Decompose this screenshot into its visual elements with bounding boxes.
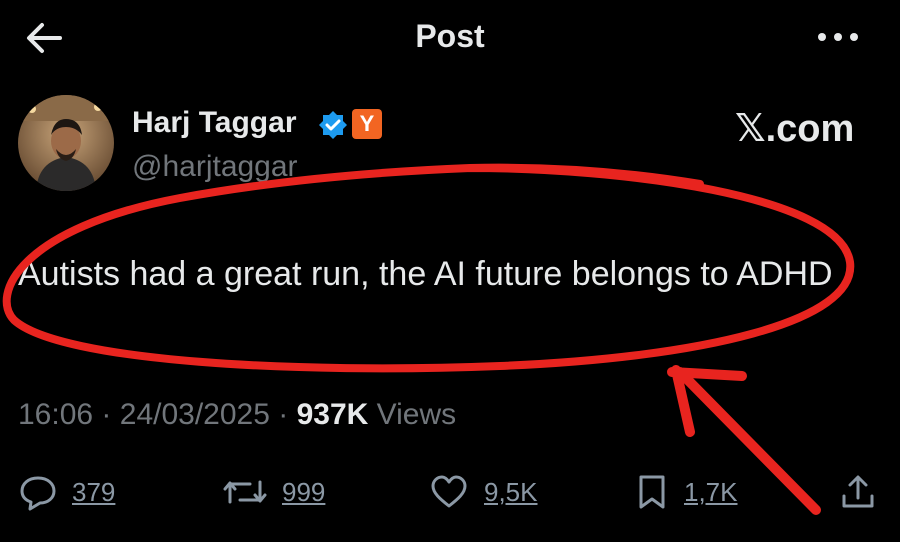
meta-separator: ·: [278, 398, 289, 431]
views-label: Views: [376, 398, 457, 431]
reply-count: 379: [72, 476, 116, 507]
page-title: Post: [415, 18, 485, 54]
more-icon: [818, 33, 858, 41]
reply-icon: [20, 476, 56, 511]
display-name[interactable]: Harj Taggar: [132, 106, 297, 140]
meta-separator: ·: [101, 398, 112, 431]
like-icon: [431, 475, 467, 508]
handle[interactable]: @harjtaggar: [132, 150, 298, 184]
tweet-meta: 16:06 · 24/03/2025 · 937K Views: [18, 398, 456, 432]
tweet-time[interactable]: 16:06: [18, 398, 93, 431]
like-count: 9,5K: [484, 476, 538, 507]
repost-button[interactable]: 999: [222, 470, 325, 514]
bookmark-icon: [639, 475, 665, 509]
verified-icon: [319, 111, 347, 139]
site-watermark: 𝕏.com: [735, 108, 855, 150]
avatar[interactable]: [18, 95, 114, 191]
repost-count: 999: [282, 476, 326, 507]
like-button[interactable]: 9,5K: [428, 470, 538, 514]
share-button[interactable]: [838, 470, 878, 514]
tweet-text: Autists had a great run, the AI future b…: [18, 255, 833, 293]
bookmark-count: 1,7K: [684, 476, 738, 507]
affiliate-badge[interactable]: Y: [352, 109, 382, 139]
bookmark-button[interactable]: 1,7K: [634, 470, 738, 514]
verified-badge: [318, 110, 348, 140]
share-icon: [842, 475, 874, 508]
tweet-date[interactable]: 24/03/2025: [120, 398, 270, 431]
views-count: 937K: [296, 398, 369, 431]
more-button[interactable]: [810, 22, 866, 52]
repost-icon: [223, 480, 267, 504]
reply-button[interactable]: 379: [18, 470, 115, 514]
